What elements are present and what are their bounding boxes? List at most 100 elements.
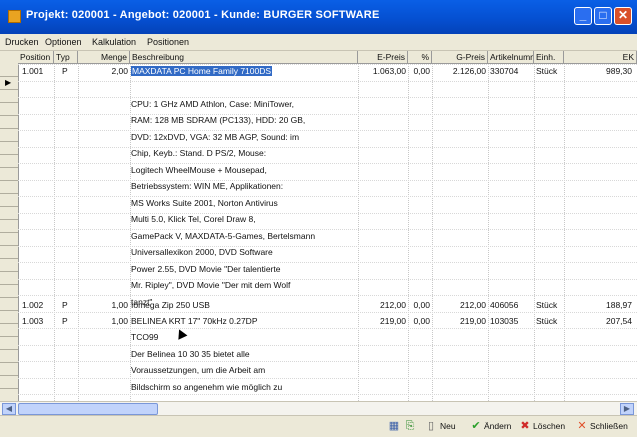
- new-document-icon: ▯: [427, 420, 435, 432]
- grid-divider: [18, 113, 637, 115]
- close-window-button[interactable]: Schließen: [590, 420, 628, 433]
- edit-button[interactable]: Ändern: [484, 420, 511, 433]
- row-header-cell[interactable]: [0, 324, 18, 337]
- menu-bar: Drucken Optionen Kalkulation Positionen: [0, 34, 637, 51]
- cell-position: 1.001: [22, 66, 44, 76]
- description-line: Der Belinea 10 30 35 bietet alle: [131, 348, 250, 359]
- row-header-cell[interactable]: [0, 337, 18, 350]
- grid-divider: [534, 64, 535, 401]
- col-header-typ[interactable]: Typ: [54, 51, 78, 64]
- row-header-cell[interactable]: [0, 363, 18, 376]
- menu-optionen[interactable]: Optionen: [45, 37, 82, 47]
- row-header-cell[interactable]: [0, 298, 18, 311]
- scroll-thumb[interactable]: [18, 403, 158, 415]
- cell-einheit: Stück: [536, 300, 558, 310]
- col-header-ek[interactable]: EK: [564, 51, 637, 64]
- description-line: Voraussetzungen, um die Arbeit am: [131, 365, 266, 375]
- col-header-epreis[interactable]: E-Preis: [358, 51, 408, 64]
- copy-icon[interactable]: ⎘: [404, 420, 416, 432]
- description-line: DVD: 12xDVD, VGA: 32 MB AGP, Sound: im: [131, 131, 300, 142]
- scroll-right-button[interactable]: ▶: [620, 403, 634, 415]
- row-header-cell[interactable]: [0, 129, 18, 142]
- row-header-cell[interactable]: [0, 142, 18, 155]
- col-header-artikelnummer[interactable]: Artikelnumm: [488, 51, 534, 64]
- minimize-button[interactable]: _: [574, 7, 592, 25]
- col-header-prozent[interactable]: %: [408, 51, 432, 64]
- grid-divider: [18, 80, 637, 82]
- cell-ek: 188,97: [606, 300, 632, 310]
- col-header-beschreibung[interactable]: Beschreibung: [130, 51, 358, 64]
- row-header-cell[interactable]: [0, 116, 18, 129]
- row-header-cell[interactable]: [0, 77, 18, 90]
- description-line: Universallexikon 2000, DVD Software: [131, 247, 273, 257]
- grid-divider: [432, 64, 433, 401]
- row-header-cell[interactable]: [0, 389, 18, 401]
- row-header-cell[interactable]: [0, 311, 18, 324]
- grid-divider: [18, 212, 637, 214]
- cell-menge: 2,00: [111, 66, 128, 76]
- cell-prozent: 0,00: [413, 66, 430, 76]
- horizontal-scrollbar[interactable]: ◀ ▶: [0, 401, 637, 415]
- row-header-cell[interactable]: [0, 350, 18, 363]
- title-bar: Projekt: 020001 - Angebot: 020001 - Kund…: [0, 0, 637, 34]
- grid-divider: [18, 179, 637, 181]
- row-header-cell[interactable]: [0, 285, 18, 298]
- cell-description-title: BELINEA KRT 17" 70kHz 0.27DP: [131, 316, 258, 326]
- col-header-position[interactable]: Position: [18, 51, 54, 64]
- row-header-cell[interactable]: [0, 168, 18, 181]
- row-header-cell[interactable]: [0, 207, 18, 220]
- row-header-cell[interactable]: [0, 64, 18, 77]
- delete-button[interactable]: Löschen: [533, 420, 565, 433]
- description-line: Chip, Keyb.: Stand. D PS/2, Mouse:: [131, 148, 267, 158]
- grid-divider: [18, 344, 637, 346]
- menu-drucken[interactable]: Drucken: [5, 37, 39, 47]
- menu-positionen[interactable]: Positionen: [147, 37, 189, 47]
- col-header-gpreis[interactable]: G-Preis: [432, 51, 488, 64]
- grid-icon[interactable]: ▦: [388, 420, 400, 432]
- bottom-toolbar: ▦ ⎘ ▯ Neu ✔ Ändern ✖ Löschen ✕ Schließen: [0, 415, 637, 437]
- cell-ek: 207,54: [606, 316, 632, 326]
- app-icon: [8, 10, 21, 23]
- menu-kalkulation[interactable]: Kalkulation: [92, 37, 136, 47]
- grid-divider: [18, 278, 637, 280]
- description-line: GamePack V, MAXDATA-5-Games, Bertelsmann: [131, 230, 316, 241]
- grid-divider: [358, 64, 359, 401]
- row-header-cell[interactable]: [0, 220, 18, 233]
- new-button[interactable]: Neu: [440, 420, 456, 433]
- row-header-cell[interactable]: [0, 259, 18, 272]
- row-header-cell[interactable]: [0, 376, 18, 389]
- row-header-cell[interactable]: [0, 181, 18, 194]
- row-header-cell[interactable]: [0, 272, 18, 285]
- col-header-einheit[interactable]: Einh.: [534, 51, 564, 64]
- row-header-cell[interactable]: [0, 90, 18, 103]
- description-line: RAM: 128 MB SDRAM (PC133), HDD: 20 GB,: [131, 115, 306, 125]
- cell-menge: 1,00: [111, 316, 128, 326]
- description-line: Logitech WheelMouse + Mousepad,: [131, 164, 267, 175]
- row-header-cell[interactable]: [0, 233, 18, 246]
- grid-divider: [18, 245, 637, 247]
- grid-divider: [18, 163, 637, 164]
- close-button[interactable]: ✕: [614, 7, 632, 25]
- positions-grid[interactable]: Position Typ Menge Beschreibung E-Preis …: [0, 51, 637, 401]
- row-header-cell[interactable]: [0, 246, 18, 259]
- grid-divider: [564, 64, 565, 401]
- row-header-cell[interactable]: [0, 103, 18, 116]
- cell-prozent: 0,00: [413, 316, 430, 326]
- column-header-row: Position Typ Menge Beschreibung E-Preis …: [18, 51, 637, 64]
- row-header-cell[interactable]: [0, 155, 18, 168]
- scroll-left-button[interactable]: ◀: [2, 403, 16, 415]
- grid-divider: [488, 64, 489, 401]
- cell-description-title[interactable]: MAXDATA PC Home Family 7100DS: [131, 66, 273, 76]
- cell-artikelnummer: 103035: [490, 316, 519, 326]
- mouse-cursor-icon: [174, 327, 188, 340]
- cell-epreis: 212,00: [380, 300, 406, 310]
- grid-divider: [54, 64, 55, 401]
- cell-einheit: Stück: [536, 66, 558, 76]
- col-header-menge[interactable]: Menge: [78, 51, 130, 64]
- row-header-cell[interactable]: [0, 194, 18, 207]
- grid-divider: [18, 146, 637, 148]
- cell-position: 1.002: [22, 300, 44, 310]
- cell-artikelnummer: 330704: [490, 66, 519, 76]
- maximize-button[interactable]: □: [594, 7, 612, 25]
- cell-einheit: Stück: [536, 316, 558, 326]
